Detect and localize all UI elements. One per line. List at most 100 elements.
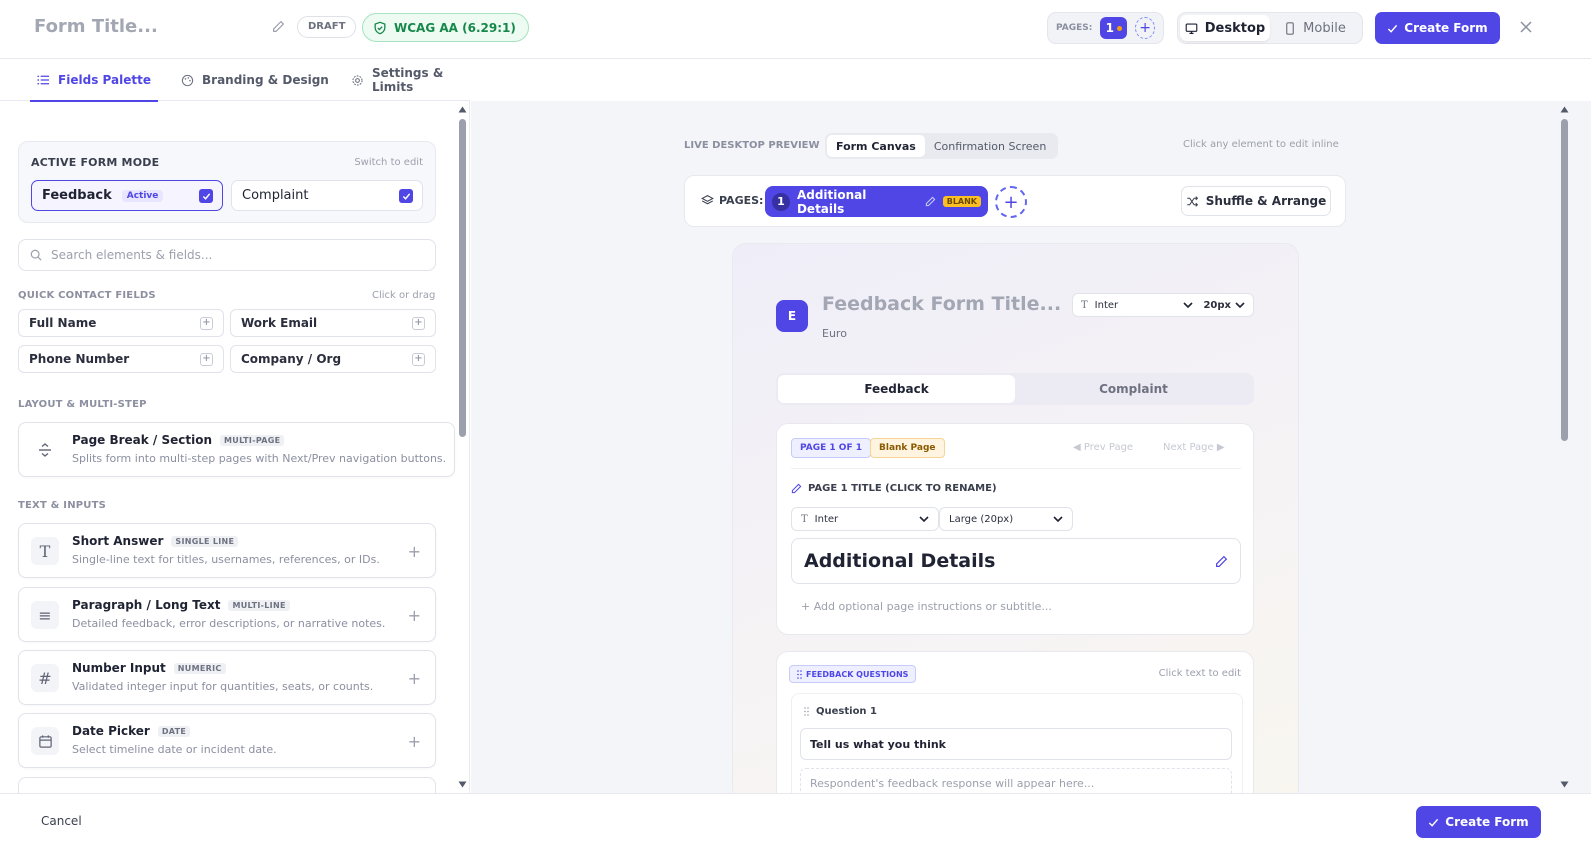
add-page-plus-icon[interactable]: + [995,186,1027,218]
click-to-edit-hint: Click text to edit [1158,668,1241,679]
canvas-form-subtitle[interactable]: Euro [822,327,847,340]
right-scrollbar[interactable] [1561,119,1568,441]
pages-label: PAGES: [1056,23,1093,33]
element-card-partial[interactable] [18,777,436,793]
calendar-icon [31,727,59,755]
quick-field-full-name[interactable]: Full Name + [18,309,224,337]
close-icon[interactable] [1519,20,1533,34]
element-date-picker[interactable]: Date Picker DATE Select timeline date or … [18,713,436,768]
chevron-down-icon [1183,301,1194,309]
canvas-mode-tabs: Feedback Complaint [776,373,1254,405]
pencil-icon[interactable] [925,196,936,207]
checkbox-checked-icon[interactable] [199,189,213,203]
tab-label: Settings & Limits [372,66,444,94]
add-plus-icon[interactable]: + [408,669,421,688]
mode-option-feedback[interactable]: Feedback Active [31,180,223,211]
text-icon: T [31,537,59,565]
split-icon [31,436,59,464]
element-title: Paragraph / Long Text MULTI-LINE [72,598,290,612]
shuffle-arrange-button[interactable]: Shuffle & Arrange [1181,186,1331,216]
mobile-button[interactable]: Mobile [1270,15,1360,41]
hash-icon: # [31,664,59,692]
quick-field-company[interactable]: Company / Org + [230,345,436,373]
left-scrollbar[interactable] [459,119,466,437]
checkbox-checked-icon[interactable] [399,189,413,203]
search-input[interactable]: Search elements & fields... [18,239,436,271]
form-title-input[interactable]: Form Title... [34,16,158,37]
page-title-input[interactable]: Additional Details [791,538,1241,584]
page-count-pill[interactable]: 1 [1100,17,1128,39]
element-desc: Detailed feedback, error descriptions, o… [72,617,386,630]
quick-field-label: Company / Org [241,352,342,366]
page-title-value: Additional Details [804,550,996,572]
question-text-input[interactable]: Tell us what you think [800,728,1232,760]
shuffle-icon [1186,195,1199,208]
pages-strip: PAGES: 1 Additional Details BLANK + Shuf… [684,175,1346,227]
canvas-tab-complaint[interactable]: Complaint [1015,375,1252,403]
scroll-down-icon[interactable] [458,781,467,788]
form-logo[interactable]: E [776,300,808,332]
tab-label: Fields Palette [58,73,151,87]
canvas-form-title[interactable]: Feedback Form Title... [822,293,1061,315]
layout-section-title: LAYOUT & MULTI-STEP [18,399,147,410]
scroll-up-icon[interactable] [1560,106,1569,113]
layers-icon [701,194,714,207]
mode-option-complaint[interactable]: Complaint [231,180,423,211]
tab-settings-limits[interactable]: Settings & Limits [351,59,470,101]
pencil-icon[interactable] [272,20,285,33]
bottom-bar: Cancel Create Form [0,793,1591,855]
paragraph-icon: ≡ [31,601,59,629]
element-desc: Validated integer input for quantities, … [72,680,374,693]
seg-confirmation-screen[interactable]: Confirmation Screen [925,135,1055,157]
element-paragraph[interactable]: ≡ Paragraph / Long Text MULTI-LINE Detail… [18,587,436,642]
quick-fields-hint: Click or drag [372,290,436,301]
scroll-down-icon[interactable] [1560,781,1569,788]
canvas-tab-feedback[interactable]: Feedback [778,375,1015,403]
preview-segmented-control: Form Canvas Confirmation Screen [825,133,1058,159]
page-title-size-select[interactable]: Large (20px) [939,507,1073,531]
quick-field-work-email[interactable]: Work Email + [230,309,436,337]
page-title-font-select[interactable]: T Inter [791,507,939,531]
add-plus-icon[interactable]: + [408,732,421,751]
create-form-button[interactable]: Create Form [1375,12,1500,44]
size-value: Large (20px) [949,513,1014,525]
add-page-icon[interactable]: + [1135,17,1155,39]
create-form-button-bottom[interactable]: Create Form [1416,806,1541,838]
pencil-icon[interactable] [1215,555,1228,568]
element-title: Number Input NUMERIC [72,661,226,675]
list-icon [37,74,50,86]
drag-handle-icon[interactable] [804,707,809,716]
seg-form-canvas[interactable]: Form Canvas [827,135,925,157]
font-value: Inter [814,513,839,525]
title-font-select[interactable]: T Inter 20px [1072,293,1254,317]
scroll-up-icon[interactable] [458,106,467,113]
add-plus-icon[interactable]: + [408,542,421,561]
element-short-answer[interactable]: T Short Answer SINGLE LINE Single-line te… [18,523,436,578]
next-page-button[interactable]: Next Page ▶ [1163,442,1225,453]
cancel-button[interactable]: Cancel [41,814,82,828]
mode-title: ACTIVE FORM MODE [31,156,160,169]
desktop-button[interactable]: Desktop [1180,15,1270,41]
element-number-input[interactable]: # Number Input NUMERIC Validated integer … [18,650,436,705]
add-instructions-link[interactable]: + Add optional page instructions or subt… [801,600,1052,613]
create-form-label: Create Form [1445,815,1529,829]
chevron-down-icon [919,515,929,523]
add-plus-icon[interactable]: + [408,606,421,625]
mode-hint: Switch to edit [354,157,423,168]
prev-page-button[interactable]: ◀ Prev Page [1073,442,1133,453]
element-title: Short Answer SINGLE LINE [72,534,239,548]
wcag-badge[interactable]: WCAG AA (6.29:1) [362,13,529,42]
tab-fields-palette[interactable]: Fields Palette [30,59,158,102]
element-tag: MULTI-PAGE [220,434,285,446]
wcag-label: WCAG AA (6.29:1) [394,20,516,35]
quick-fields-title: QUICK CONTACT FIELDS [18,290,156,301]
active-badge: Active [121,189,164,202]
element-page-break[interactable]: Page Break / Section MULTI-PAGE Splits fo… [18,422,455,477]
pages-control: PAGES: 1 + [1047,12,1164,44]
plus-icon: + [200,352,213,366]
page-chip-active[interactable]: 1 Additional Details BLANK [765,186,988,217]
quick-field-phone-number[interactable]: Phone Number + [18,345,224,373]
tab-branding-design[interactable]: Branding & Design [181,59,329,101]
draft-badge: DRAFT [297,16,357,38]
top-bar: Form Title... DRAFT WCAG AA (6.29:1) PAG… [0,0,1591,59]
